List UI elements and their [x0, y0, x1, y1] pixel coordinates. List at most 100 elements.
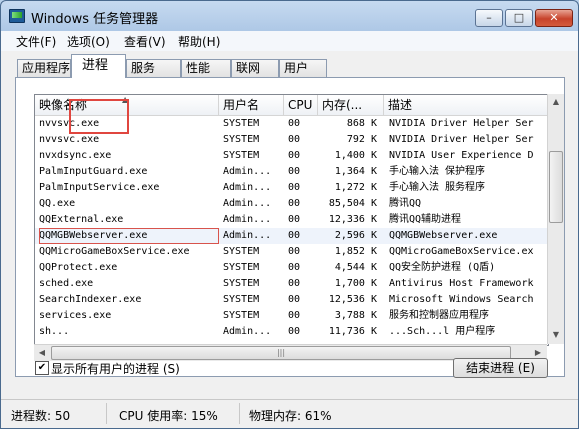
process-memory: 792 K — [346, 134, 377, 145]
maximize-button[interactable]: □ — [505, 9, 533, 27]
tab-users[interactable]: 用户 — [279, 59, 327, 77]
process-user: Admin... — [223, 166, 272, 177]
process-description: 手心输入法 保护程序 — [389, 166, 486, 177]
sort-ascending-icon: ▲ — [122, 95, 129, 104]
process-cpu: 00 — [288, 230, 301, 241]
status-separator — [239, 403, 240, 424]
process-description: 腾讯QQ辅助进程 — [389, 214, 462, 225]
status-physical-memory: 物理内存: 61% — [249, 409, 332, 423]
minimize-button[interactable]: – — [475, 9, 503, 27]
tab-applications[interactable]: 应用程序 — [17, 59, 71, 77]
close-button[interactable]: ✕ — [535, 9, 573, 27]
process-row[interactable]: nvvsvc.exe SYSTEM 00 792 K NVIDIA Driver Hel… — [35, 132, 548, 148]
scroll-left-icon[interactable]: ◀ — [34, 345, 50, 361]
task-manager-icon — [9, 9, 25, 23]
process-memory: 85,504 K — [328, 198, 377, 209]
process-cpu: 00 — [288, 214, 301, 225]
process-user: SYSTEM — [223, 262, 260, 273]
process-cpu: 00 — [288, 278, 301, 289]
process-memory: 12,536 K — [328, 294, 377, 305]
tab-networking[interactable]: 联网 — [231, 59, 279, 77]
process-row[interactable]: nvxdsync.exe SYSTEM 00 1,400 K NVIDIA User E… — [35, 148, 548, 164]
status-process-count: 进程数: 50 — [11, 409, 71, 423]
menu-file[interactable]: 文件(F) — [16, 33, 56, 50]
process-memory: 868 K — [346, 118, 377, 129]
process-cpu: 00 — [288, 118, 301, 129]
end-process-button[interactable]: 结束进程 (E) — [453, 358, 548, 378]
process-row[interactable]: QQExternal.exe Admin... 00 12,336 K 腾讯QQ辅助进程 — [35, 212, 548, 228]
process-description: 手心输入法 服务程序 — [389, 182, 486, 193]
column-memory[interactable]: 内存(... — [318, 95, 384, 115]
process-row[interactable]: SearchIndexer.exe SYSTEM 00 12,536 K Microso… — [35, 292, 548, 308]
menu-options[interactable]: 选项(O) — [67, 33, 110, 50]
process-row[interactable]: PalmInputService.exe Admin... 00 1,272 K 手心输… — [35, 180, 548, 196]
process-user: Admin... — [223, 230, 272, 241]
process-row[interactable]: services.exe SYSTEM 00 3,788 K 服务和控制器应用程序 — [35, 308, 548, 324]
tab-services[interactable]: 服务 — [126, 59, 181, 77]
show-all-users-checkbox[interactable]: ✔ — [35, 361, 49, 375]
process-row[interactable]: sh... Admin... 00 11,736 K ...Sch...l 用户程序 — [35, 324, 548, 340]
task-manager-window: Windows 任务管理器 – □ ✕ 文件(F) 选项(O) 查看(V) 帮助… — [0, 0, 579, 429]
process-memory: 1,272 K — [334, 182, 377, 193]
process-user: SYSTEM — [223, 310, 260, 321]
process-memory: 1,364 K — [334, 166, 377, 177]
process-name: sched.exe — [39, 278, 94, 289]
process-name: nvvsvc.exe — [39, 118, 100, 129]
process-user: SYSTEM — [223, 150, 260, 161]
vertical-scroll-thumb[interactable] — [549, 151, 563, 223]
process-cpu: 00 — [288, 246, 301, 257]
scroll-down-icon[interactable]: ▼ — [548, 327, 564, 343]
process-description: QQMGBWebserver.exe — [389, 230, 498, 241]
process-name: QQExternal.exe — [39, 214, 124, 225]
process-row[interactable]: PalmInputGuard.exe Admin... 00 1,364 K 手心输入法… — [35, 164, 548, 180]
process-name: SearchIndexer.exe — [39, 294, 142, 305]
process-cpu: 00 — [288, 198, 301, 209]
tab-processes[interactable]: 进程 — [71, 54, 126, 78]
status-cpu-usage: CPU 使用率: 15% — [119, 409, 218, 423]
column-image-name-label: 映像名称 — [39, 98, 88, 112]
process-user: Admin... — [223, 326, 272, 337]
process-row[interactable]: sched.exe SYSTEM 00 1,700 K Antivirus Host F… — [35, 276, 548, 292]
process-cpu: 00 — [288, 310, 301, 321]
process-description: ...Sch...l 用户程序 — [389, 326, 496, 337]
status-separator — [106, 403, 107, 424]
process-description: Antivirus Host Framework — [389, 278, 534, 289]
scroll-up-icon[interactable]: ▲ — [548, 94, 564, 110]
process-user: SYSTEM — [223, 134, 260, 145]
window-title: Windows 任务管理器 — [31, 12, 159, 27]
process-user: SYSTEM — [223, 294, 260, 305]
process-name: PalmInputGuard.exe — [39, 166, 148, 177]
process-memory: 1,400 K — [334, 150, 377, 161]
tab-performance[interactable]: 性能 — [181, 59, 231, 77]
column-header-row: 映像名称 ▲ 用户名 CPU 内存(... 描述 — [35, 95, 548, 116]
process-description: QQMicroGameBoxService.ex — [389, 246, 534, 257]
process-name: PalmInputService.exe — [39, 182, 160, 193]
process-name: QQMGBWebserver.exe — [39, 228, 219, 244]
menu-view[interactable]: 查看(V) — [124, 33, 166, 50]
column-image-name[interactable]: 映像名称 ▲ — [35, 95, 219, 115]
process-row[interactable]: QQ.exe Admin... 00 85,504 K 腾讯QQ — [35, 196, 548, 212]
menu-bar: 文件(F) 选项(O) 查看(V) 帮助(H) — [1, 31, 578, 51]
column-description[interactable]: 描述 — [384, 95, 548, 115]
process-user: Admin... — [223, 182, 272, 193]
process-description: QQ安全防护进程 (Q盾) — [389, 262, 496, 273]
process-name: nvvsvc.exe — [39, 134, 100, 145]
process-row[interactable]: QQMGBWebserver.exe Admin... 00 2,596 K QQMGB… — [35, 228, 548, 244]
process-row[interactable]: QQMicroGameBoxService.exe SYSTEM 00 1,852 K… — [35, 244, 548, 260]
process-cpu: 00 — [288, 182, 301, 193]
process-user: SYSTEM — [223, 118, 260, 129]
column-cpu[interactable]: CPU — [284, 95, 318, 115]
horizontal-scroll-thumb[interactable]: ||| — [51, 346, 511, 360]
process-user: SYSTEM — [223, 246, 260, 257]
process-list[interactable]: 映像名称 ▲ 用户名 CPU 内存(... 描述 nvvsvc.exe SYSTE… — [34, 94, 549, 346]
column-user-name[interactable]: 用户名 — [219, 95, 284, 115]
process-row[interactable]: QQProtect.exe SYSTEM 00 4,544 K QQ安全防护进程 (Q盾… — [35, 260, 548, 276]
menu-help[interactable]: 帮助(H) — [178, 33, 220, 50]
process-name: QQ.exe — [39, 198, 76, 209]
process-row[interactable]: nvvsvc.exe SYSTEM 00 868 K NVIDIA Driver Hel… — [35, 116, 548, 132]
process-memory: 3,788 K — [334, 310, 377, 321]
process-cpu: 00 — [288, 166, 301, 177]
process-user: Admin... — [223, 214, 272, 225]
processes-panel: 映像名称 ▲ 用户名 CPU 内存(... 描述 nvvsvc.exe SYSTE… — [15, 77, 565, 377]
vertical-scrollbar[interactable]: ▲ ▼ — [547, 94, 564, 344]
